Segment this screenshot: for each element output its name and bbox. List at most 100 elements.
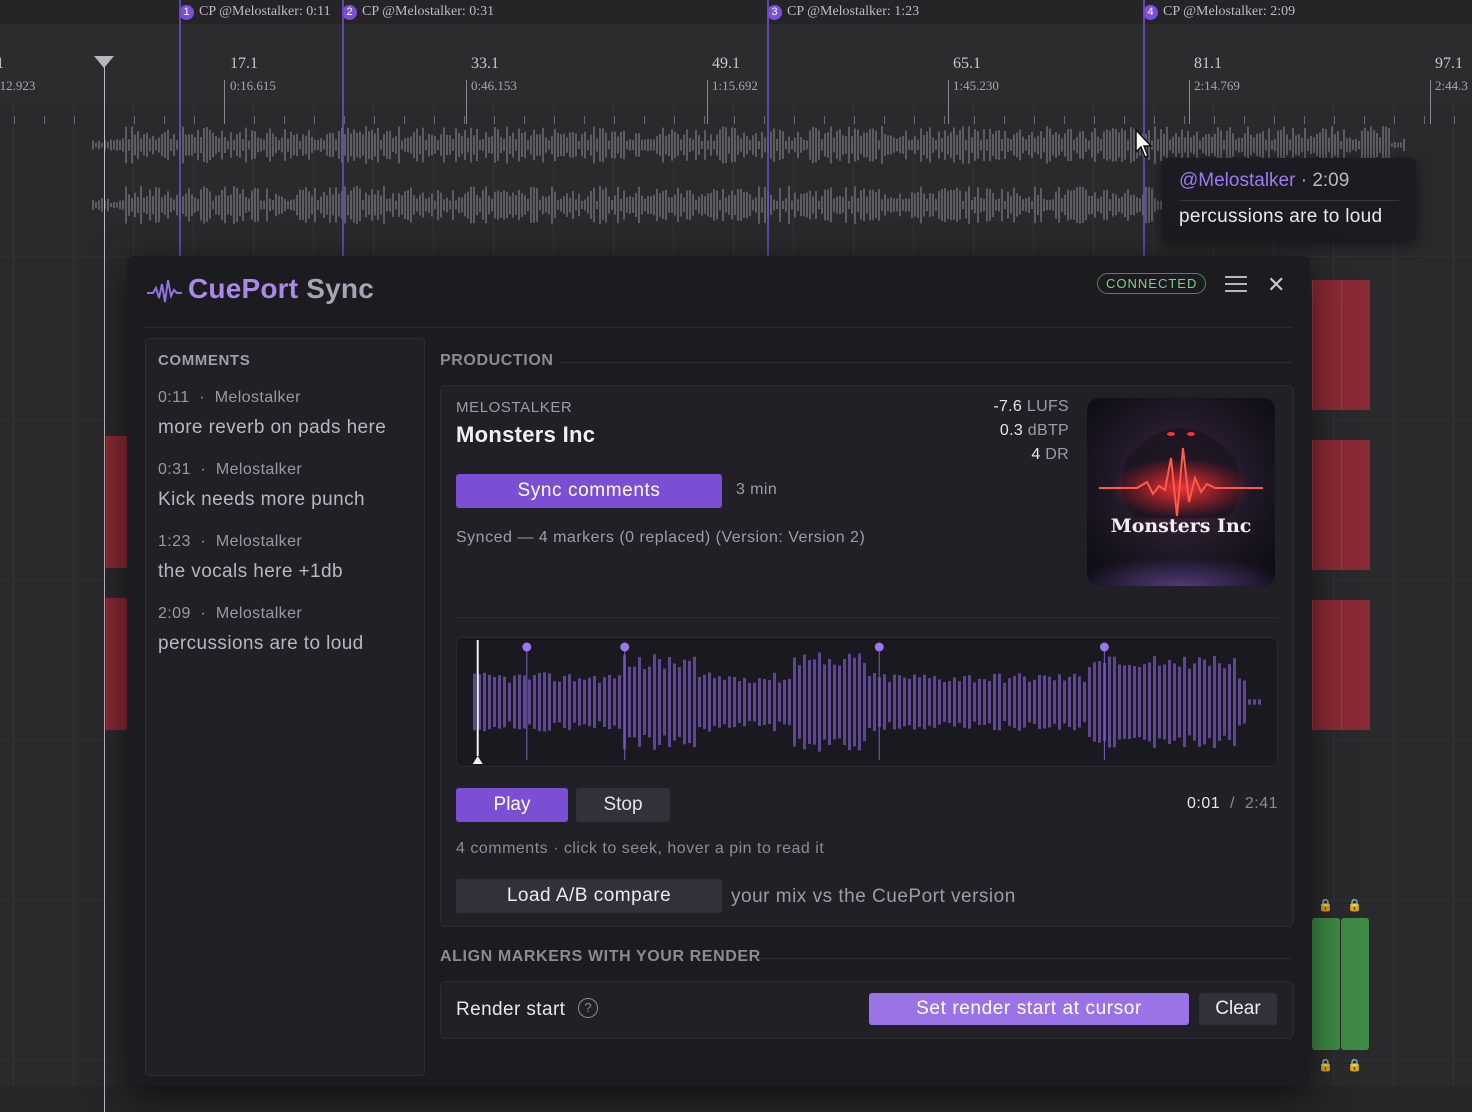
comment-item[interactable]: 0:11 · Melostalker more reverb on pads h… xyxy=(158,389,418,439)
waveform-bar xyxy=(1173,663,1176,741)
waveform-bar xyxy=(888,681,891,723)
waveform-bar xyxy=(308,191,310,219)
waveform-bar xyxy=(212,132,214,158)
timeline-marker-2[interactable]: 2 CP @Melostalker: 0:31 xyxy=(342,3,494,21)
waveform-bar xyxy=(617,186,619,224)
comment-text: more reverb on pads here xyxy=(158,417,387,438)
waveform-bar xyxy=(257,137,259,153)
lock-icon: 🔒 xyxy=(1318,898,1333,912)
waveform-bar xyxy=(269,128,271,162)
waveform-bar xyxy=(838,665,841,739)
waveform-bar xyxy=(908,139,910,151)
waveform-bar xyxy=(818,200,820,210)
waveform-bar xyxy=(963,676,966,728)
waveform-bar xyxy=(488,195,490,215)
waveform-bar xyxy=(107,198,109,212)
waveform-bar xyxy=(793,657,796,747)
stop-button[interactable]: Stop xyxy=(576,788,670,822)
play-button[interactable]: Play xyxy=(456,788,568,822)
waveform-bar xyxy=(1013,676,1016,728)
waveform-bar xyxy=(568,674,571,730)
waveform-bar xyxy=(1091,132,1093,158)
sync-comments-button[interactable]: Sync comments xyxy=(456,474,722,508)
waveform-bar xyxy=(242,139,244,151)
waveform-bar xyxy=(572,191,574,219)
waveform-bar xyxy=(458,132,460,158)
waveform-bar xyxy=(764,137,766,153)
time-readout: 0:01 / 2:41 xyxy=(1187,795,1278,813)
waveform-bar xyxy=(764,186,766,224)
waveform-bar xyxy=(723,679,726,725)
waveform-bar xyxy=(314,139,316,151)
waveform-bar xyxy=(1046,126,1048,164)
timeline-marker-1[interactable]: 1 CP @Melostalker: 0:11 xyxy=(179,3,331,21)
timeline-marker-4[interactable]: 4 CP @Melostalker: 2:09 xyxy=(1143,3,1295,21)
waveform-bar xyxy=(221,189,223,221)
waveform-bar xyxy=(614,195,616,215)
waveform-bar xyxy=(573,681,576,723)
waveform-bar xyxy=(494,191,496,219)
close-icon[interactable]: ✕ xyxy=(1267,272,1285,298)
waveform-bar xyxy=(926,131,928,159)
preview-waveform[interactable] xyxy=(456,637,1278,767)
waveform-bar xyxy=(1018,673,1021,731)
waveform-bar xyxy=(863,132,865,158)
waveform-bar xyxy=(1253,137,1255,153)
waveform-bar xyxy=(1138,666,1141,738)
waveform-bar xyxy=(782,131,784,159)
waveform-bar xyxy=(1307,138,1309,152)
waveform-bar xyxy=(989,128,991,162)
hamburger-menu-icon[interactable] xyxy=(1225,276,1247,292)
waveform-bar xyxy=(1083,681,1086,723)
help-circle-icon[interactable]: ? xyxy=(578,998,598,1018)
waveform-bar xyxy=(1025,139,1027,151)
waveform-bar xyxy=(1100,196,1102,214)
waveform-bar xyxy=(899,193,901,217)
album-art: Monsters Inc xyxy=(1087,398,1275,586)
waveform-bar xyxy=(1130,194,1132,216)
waveform-bar xyxy=(464,193,466,217)
waveform-bar xyxy=(356,132,358,158)
waveform-bar xyxy=(701,140,703,150)
waveform-bar xyxy=(1040,187,1042,223)
waveform-bar xyxy=(1079,131,1081,159)
comment-item[interactable]: 0:31 · Melostalker Kick needs more punch xyxy=(158,461,418,511)
waveform-bar xyxy=(673,663,676,741)
waveform-bar xyxy=(521,193,523,217)
waveform-bar xyxy=(853,657,856,747)
comment-item[interactable]: 2:09 · Melostalker percussions are to lo… xyxy=(158,605,418,655)
clear-render-start-button[interactable]: Clear xyxy=(1199,993,1277,1025)
load-ab-compare-button[interactable]: Load A/B compare xyxy=(456,879,722,913)
waveform-bar xyxy=(254,131,256,159)
window-titlebar[interactable]: CuePort Sync CONNECTED ✕ xyxy=(127,256,1310,326)
ruler-bar-label: 81.1 xyxy=(1194,55,1222,72)
waveform-bar xyxy=(680,193,682,217)
waveform-bar xyxy=(851,196,853,214)
waveform-bar xyxy=(665,189,667,221)
waveform-bar xyxy=(317,139,319,151)
waveform-bar xyxy=(635,193,637,217)
waveform-bar xyxy=(131,126,133,164)
waveform-bar xyxy=(509,135,511,155)
waveform-bar xyxy=(738,681,741,723)
waveform-bar xyxy=(1073,190,1075,220)
waveform-bar xyxy=(869,128,871,162)
waveform-bar xyxy=(476,194,478,216)
waveform-bar xyxy=(1037,194,1039,216)
stat-unit: dBTP xyxy=(1027,422,1069,439)
comment-item[interactable]: 1:23 · Melostalker the vocals here +1db xyxy=(158,533,418,583)
waveform-bar xyxy=(167,191,169,219)
waveform-bar xyxy=(404,191,406,219)
set-render-start-button[interactable]: Set render start at cursor xyxy=(869,993,1189,1025)
timeline-marker-3[interactable]: 3 CP @Melostalker: 1:23 xyxy=(767,3,919,21)
waveform-bar xyxy=(611,131,613,159)
waveform-bar xyxy=(557,200,559,210)
comment-pin xyxy=(874,642,884,652)
waveform-bar xyxy=(950,132,952,158)
waveform-bar xyxy=(512,192,514,218)
waveform-bar xyxy=(800,193,802,217)
render-start-card: Render start ? Set render start at curso… xyxy=(440,981,1294,1039)
waveform-bar xyxy=(1235,139,1237,151)
timeline-ruler[interactable]: 1 :12.923 17.1 0:16.615 33.1 0:46.153 49… xyxy=(0,24,1472,124)
waveform-bar xyxy=(947,135,949,155)
